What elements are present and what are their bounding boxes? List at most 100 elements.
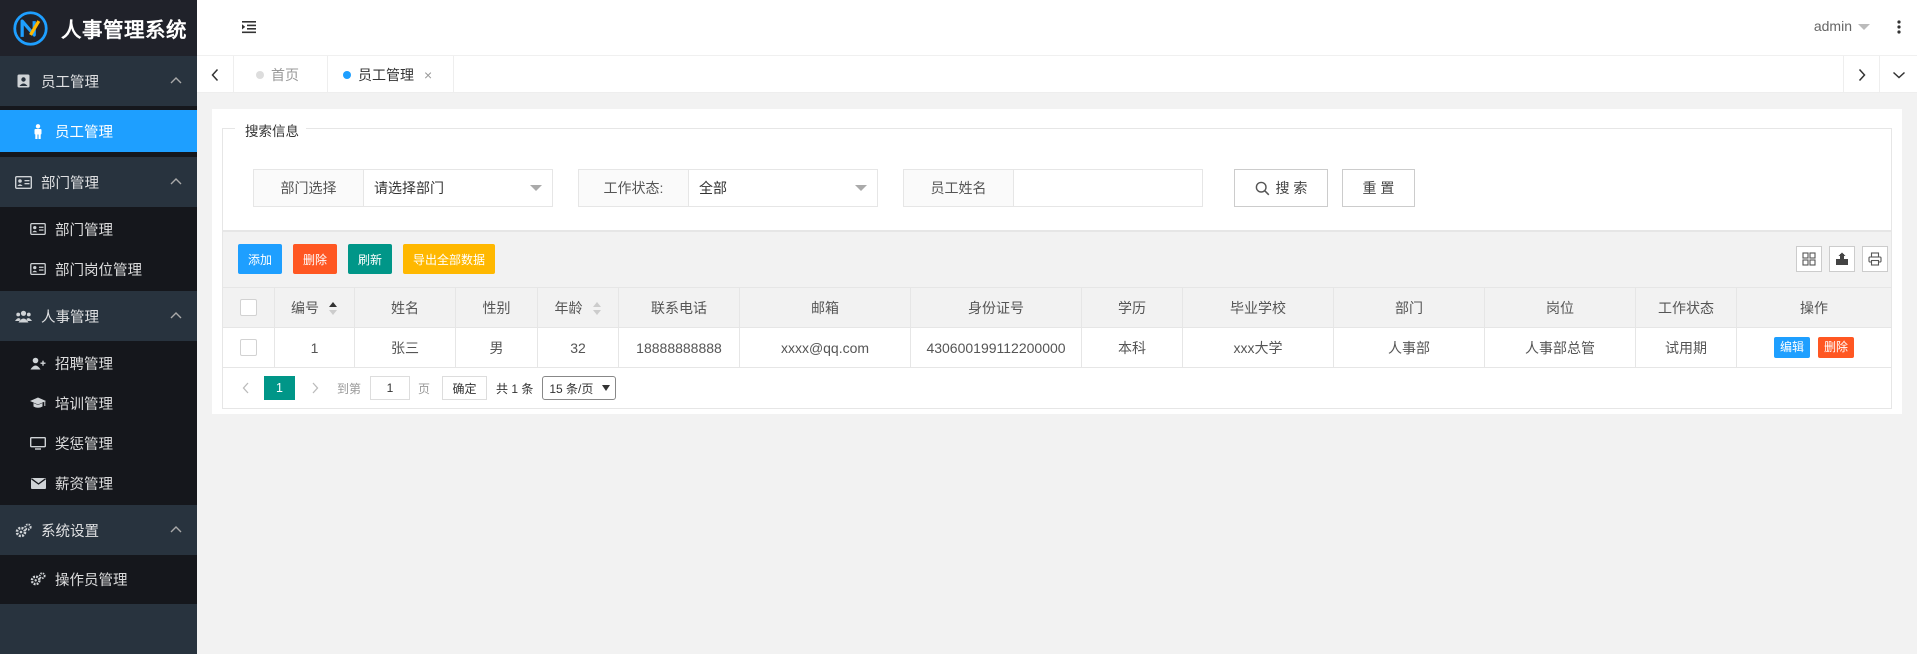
table-header-row: 编号 姓名 性别 年龄 联系电话 邮箱 身份证号 学历 毕业学校 部门 岗位 工… bbox=[222, 287, 1892, 328]
sidebar-item-salary[interactable]: 薪资管理 bbox=[0, 463, 197, 503]
tab-employee-management[interactable]: 员工管理 × bbox=[328, 56, 454, 93]
sidebar-group-label: 员工管理 bbox=[41, 74, 99, 91]
col-header-actions: 操作 bbox=[1736, 287, 1892, 328]
page-size-select[interactable]: 15 条/页 bbox=[542, 376, 617, 400]
goto-confirm-button[interactable]: 确定 bbox=[442, 376, 488, 400]
sidebar-group-body: 操作员管理 bbox=[0, 555, 197, 604]
chevron-down-icon bbox=[1892, 71, 1905, 79]
col-header-department: 部门 bbox=[1333, 287, 1485, 328]
sidebar-item-label: 员工管理 bbox=[55, 124, 113, 141]
row-edit-button[interactable]: 编辑 bbox=[1773, 337, 1810, 358]
batch-delete-button[interactable]: 删除 bbox=[293, 244, 337, 274]
col-header-label: 年龄 bbox=[554, 299, 583, 316]
export-all-button[interactable]: 导出全部数据 bbox=[403, 244, 495, 274]
caret-down-icon bbox=[1858, 24, 1870, 30]
prev-page-button[interactable] bbox=[236, 378, 256, 398]
col-header-status: 工作状态 bbox=[1635, 287, 1737, 328]
sidebar-item-employee-management[interactable]: 员工管理 bbox=[0, 110, 197, 152]
select-all-cell[interactable] bbox=[222, 287, 275, 328]
sidebar-item-label: 培训管理 bbox=[55, 396, 113, 413]
sidebar-item-label: 招聘管理 bbox=[55, 356, 113, 373]
department-label: 部门选择 bbox=[254, 170, 364, 206]
tabs-scroll-right-button[interactable] bbox=[1843, 56, 1880, 93]
tabs-scroll-left-button[interactable] bbox=[197, 56, 234, 93]
status-value[interactable]: 全部 bbox=[689, 170, 877, 206]
sidebar-group-body: 员工管理 bbox=[0, 106, 197, 157]
export-button[interactable] bbox=[1829, 246, 1855, 272]
chevron-right-icon bbox=[312, 382, 319, 394]
refresh-button[interactable]: 刷新 bbox=[348, 244, 392, 274]
sidebar: 人事管理系统 员工管理 员工管理 部门管理 部门管理 部门岗位管理 人事管理 招… bbox=[0, 0, 197, 654]
sidebar-group-settings[interactable]: 系统设置 bbox=[0, 505, 197, 555]
sort-icon[interactable] bbox=[592, 302, 602, 316]
select-all-checkbox[interactable] bbox=[240, 299, 257, 317]
users-icon bbox=[15, 308, 32, 325]
sidebar-group-hr[interactable]: 人事管理 bbox=[0, 291, 197, 341]
app-title: 人事管理系统 bbox=[61, 19, 187, 42]
search-fieldset: 搜索信息 部门选择 请选择部门 工作状态: 全部 员工姓名 搜 索 重 置 bbox=[222, 120, 1892, 231]
tab-dot-icon bbox=[343, 70, 351, 79]
department-value[interactable]: 请选择部门 bbox=[364, 170, 552, 206]
sidebar-item-label: 操作员管理 bbox=[55, 572, 128, 589]
col-header-name: 姓名 bbox=[354, 287, 456, 328]
user-menu[interactable]: admin bbox=[1814, 18, 1870, 34]
page-unit-label: 页 bbox=[418, 381, 431, 396]
add-button[interactable]: 添加 bbox=[238, 244, 282, 274]
department-selected-text: 请选择部门 bbox=[374, 180, 444, 196]
employee-name-field[interactable]: 员工姓名 bbox=[903, 169, 1203, 207]
sidebar-group-employee[interactable]: 员工管理 bbox=[0, 56, 197, 106]
cell-email: xxxx@qq.com bbox=[739, 327, 911, 368]
sidebar-item-label: 部门管理 bbox=[55, 222, 113, 239]
tab-close-icon[interactable]: × bbox=[424, 67, 432, 83]
sidebar-group-body: 部门管理 部门岗位管理 bbox=[0, 207, 197, 291]
chevron-up-icon bbox=[170, 526, 182, 533]
columns-filter-button[interactable] bbox=[1796, 246, 1822, 272]
chevron-left-icon bbox=[242, 382, 249, 394]
cell-age: 32 bbox=[537, 327, 619, 368]
col-header-age[interactable]: 年龄 bbox=[537, 287, 619, 328]
next-page-button[interactable] bbox=[305, 378, 325, 398]
cell-id-number: 430600199112200000 bbox=[910, 327, 1082, 368]
chevron-up-icon bbox=[170, 77, 182, 84]
page-number-current[interactable]: 1 bbox=[264, 376, 295, 400]
search-button[interactable]: 搜 索 bbox=[1234, 169, 1328, 207]
menu-fold-icon[interactable] bbox=[241, 19, 257, 35]
sidebar-group-label: 部门管理 bbox=[41, 175, 99, 192]
search-icon bbox=[1255, 181, 1269, 195]
tabs-menu-button[interactable] bbox=[1880, 56, 1917, 93]
more-vertical-icon[interactable] bbox=[1897, 19, 1901, 35]
dropdown-caret-icon bbox=[530, 185, 542, 191]
row-checkbox[interactable] bbox=[240, 339, 257, 357]
employee-name-label: 员工姓名 bbox=[904, 170, 1014, 206]
col-header-label: 编号 bbox=[291, 299, 319, 316]
col-header-id[interactable]: 编号 bbox=[274, 287, 355, 328]
status-select[interactable]: 工作状态: 全部 bbox=[578, 169, 878, 207]
export-icon bbox=[1836, 252, 1848, 265]
cell-name: 张三 bbox=[354, 327, 456, 368]
select-caret-icon bbox=[602, 385, 611, 391]
sort-icon[interactable] bbox=[329, 302, 338, 316]
tab-dot-icon bbox=[256, 70, 264, 79]
app-logo-icon bbox=[13, 10, 48, 46]
department-select[interactable]: 部门选择 请选择部门 bbox=[253, 169, 553, 207]
tab-home[interactable]: 首页 bbox=[234, 56, 328, 93]
sidebar-group-department[interactable]: 部门管理 bbox=[0, 157, 197, 207]
sidebar-item-department-positions[interactable]: 部门岗位管理 bbox=[0, 249, 197, 289]
row-select-cell[interactable] bbox=[222, 327, 275, 368]
reset-button[interactable]: 重 置 bbox=[1342, 169, 1415, 207]
sidebar-item-recruitment[interactable]: 招聘管理 bbox=[0, 343, 197, 383]
chevron-right-icon bbox=[1858, 68, 1866, 81]
table-row[interactable]: 1 张三 男 32 18888888888 xxxx@qq.com 430600… bbox=[222, 327, 1892, 368]
col-header-email: 邮箱 bbox=[739, 287, 911, 328]
search-legend: 搜索信息 bbox=[235, 120, 306, 140]
employee-name-input[interactable] bbox=[1014, 170, 1202, 206]
sidebar-item-training[interactable]: 培训管理 bbox=[0, 383, 197, 423]
sidebar-item-rewards[interactable]: 奖惩管理 bbox=[0, 423, 197, 463]
cell-phone: 18888888888 bbox=[618, 327, 740, 368]
goto-page-input[interactable]: 1 bbox=[370, 376, 411, 400]
cell-education: 本科 bbox=[1081, 327, 1183, 368]
sidebar-item-operators[interactable]: 操作员管理 bbox=[0, 559, 197, 599]
row-delete-button[interactable]: 删除 bbox=[1818, 337, 1855, 358]
sidebar-item-department-management[interactable]: 部门管理 bbox=[0, 209, 197, 249]
print-button[interactable] bbox=[1862, 246, 1888, 272]
